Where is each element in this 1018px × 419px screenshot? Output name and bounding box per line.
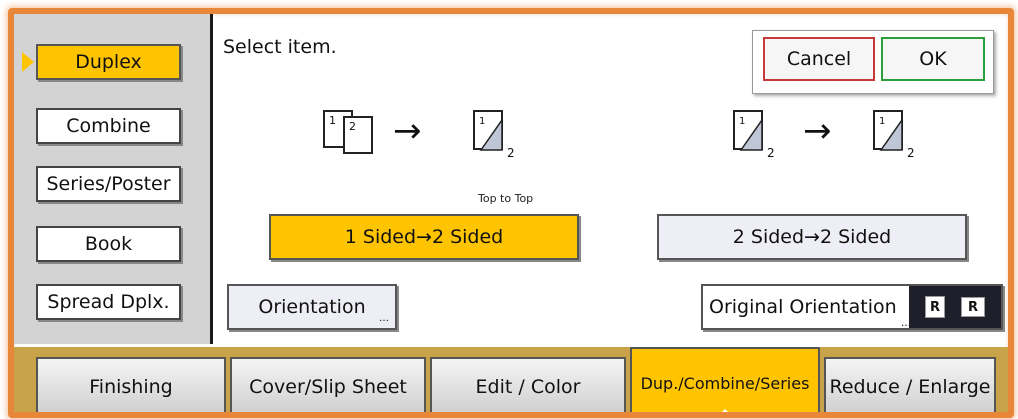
orientation-icons: R R: [909, 286, 1001, 328]
tab-dup-combine-series-label: Dup./Combine/Series: [640, 373, 810, 393]
tab-dup-combine-series[interactable]: Dup./Combine/Series: [630, 347, 820, 412]
cancel-button[interactable]: Cancel: [763, 37, 875, 81]
top-to-top-label: Top to Top: [478, 192, 534, 205]
sidebar-item-spread-duplex[interactable]: Spread Dplx.: [36, 284, 181, 320]
tab-bar: Finishing Cover/Slip Sheet Edit / Color …: [14, 347, 1008, 412]
duplex-target-page-icon: 1: [873, 110, 903, 151]
original-orientation-button[interactable]: Original Orientation … R R: [701, 284, 1003, 330]
sidebar: Duplex Combine Series/Poster Book Spread…: [14, 14, 213, 344]
main-content: Select item. Cancel OK 1 2 → 1 2 Top to …: [213, 14, 1008, 344]
duplex-page-icon: 1: [473, 110, 503, 151]
svg-text:1: 1: [739, 116, 745, 127]
two-sided-to-two-sided-button[interactable]: 2 Sided→2 Sided: [657, 214, 967, 260]
sidebar-item-combine[interactable]: Combine: [36, 108, 181, 144]
tab-reduce-enlarge[interactable]: Reduce / Enlarge: [824, 357, 996, 412]
sidebar-item-book[interactable]: Book: [36, 226, 181, 262]
active-tab-caret-icon: [715, 409, 735, 412]
one-sided-to-two-sided-button[interactable]: 1 Sided→2 Sided: [269, 214, 579, 260]
orientation-button[interactable]: Orientation …: [227, 284, 397, 330]
sidebar-item-duplex[interactable]: Duplex: [36, 44, 181, 80]
original-orientation-label: Original Orientation: [709, 296, 897, 318]
page-2-icon: 2: [343, 116, 373, 154]
portrait-r-icon: R: [925, 296, 945, 318]
prompt-text: Select item.: [223, 36, 337, 58]
tab-edit-color[interactable]: Edit / Color: [430, 357, 626, 412]
dialog-buttons: Cancel OK: [752, 30, 994, 94]
landscape-r-icon: R: [961, 297, 985, 317]
svg-text:1: 1: [479, 116, 485, 127]
target-page-2-subscript: 2: [907, 146, 915, 160]
more-options-icon: …: [379, 313, 389, 324]
tab-cover-slip-sheet[interactable]: Cover/Slip Sheet: [230, 357, 426, 412]
one-to-two-sided-icon: 1 2 → 1 2: [323, 110, 523, 180]
sidebar-item-series-poster[interactable]: Series/Poster: [36, 166, 181, 202]
duplex-source-page-icon: 1: [733, 110, 763, 151]
source-page-2-subscript: 2: [767, 146, 775, 160]
selected-indicator-icon: [22, 52, 34, 72]
arrow-right-icon: →: [803, 111, 832, 151]
page-2-subscript: 2: [507, 146, 515, 160]
two-to-two-sided-icon: 1 2 → 1 2: [733, 110, 933, 180]
tab-finishing[interactable]: Finishing: [36, 357, 226, 412]
orientation-label: Orientation: [258, 296, 366, 318]
ok-button[interactable]: OK: [881, 37, 985, 81]
arrow-right-icon: →: [393, 111, 422, 151]
svg-text:1: 1: [879, 116, 885, 127]
copier-panel: Duplex Combine Series/Poster Book Spread…: [8, 8, 1014, 418]
